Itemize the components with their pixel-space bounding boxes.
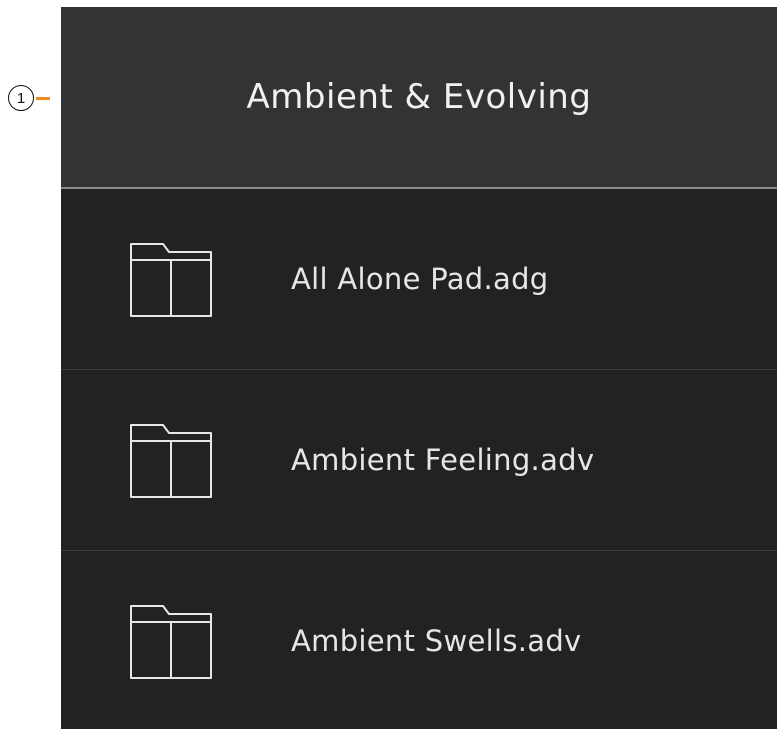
folder-icon [130, 424, 212, 498]
list-item[interactable]: Ambient Swells.adv [61, 551, 777, 729]
list-item-label: All Alone Pad.adg [291, 262, 549, 296]
panel-header[interactable]: Ambient & Evolving [61, 7, 777, 189]
callout-number: 1 [8, 85, 34, 111]
list-item[interactable]: Ambient Feeling.adv [61, 370, 777, 551]
list-item-label: Ambient Swells.adv [291, 624, 582, 658]
callout-marker: 1 [8, 84, 50, 112]
list-item[interactable]: All Alone Pad.adg [61, 189, 777, 370]
callout-leader-line [36, 96, 50, 100]
browser-panel: Ambient & Evolving All Alone Pad.adg Amb… [61, 7, 777, 729]
screenshot-stage: 1 Ambient & Evolving All Alone Pad.adg A… [0, 0, 777, 729]
folder-icon [130, 605, 212, 679]
header-title: Ambient & Evolving [246, 77, 592, 117]
list-item-label: Ambient Feeling.adv [291, 443, 595, 477]
folder-icon [130, 243, 212, 317]
